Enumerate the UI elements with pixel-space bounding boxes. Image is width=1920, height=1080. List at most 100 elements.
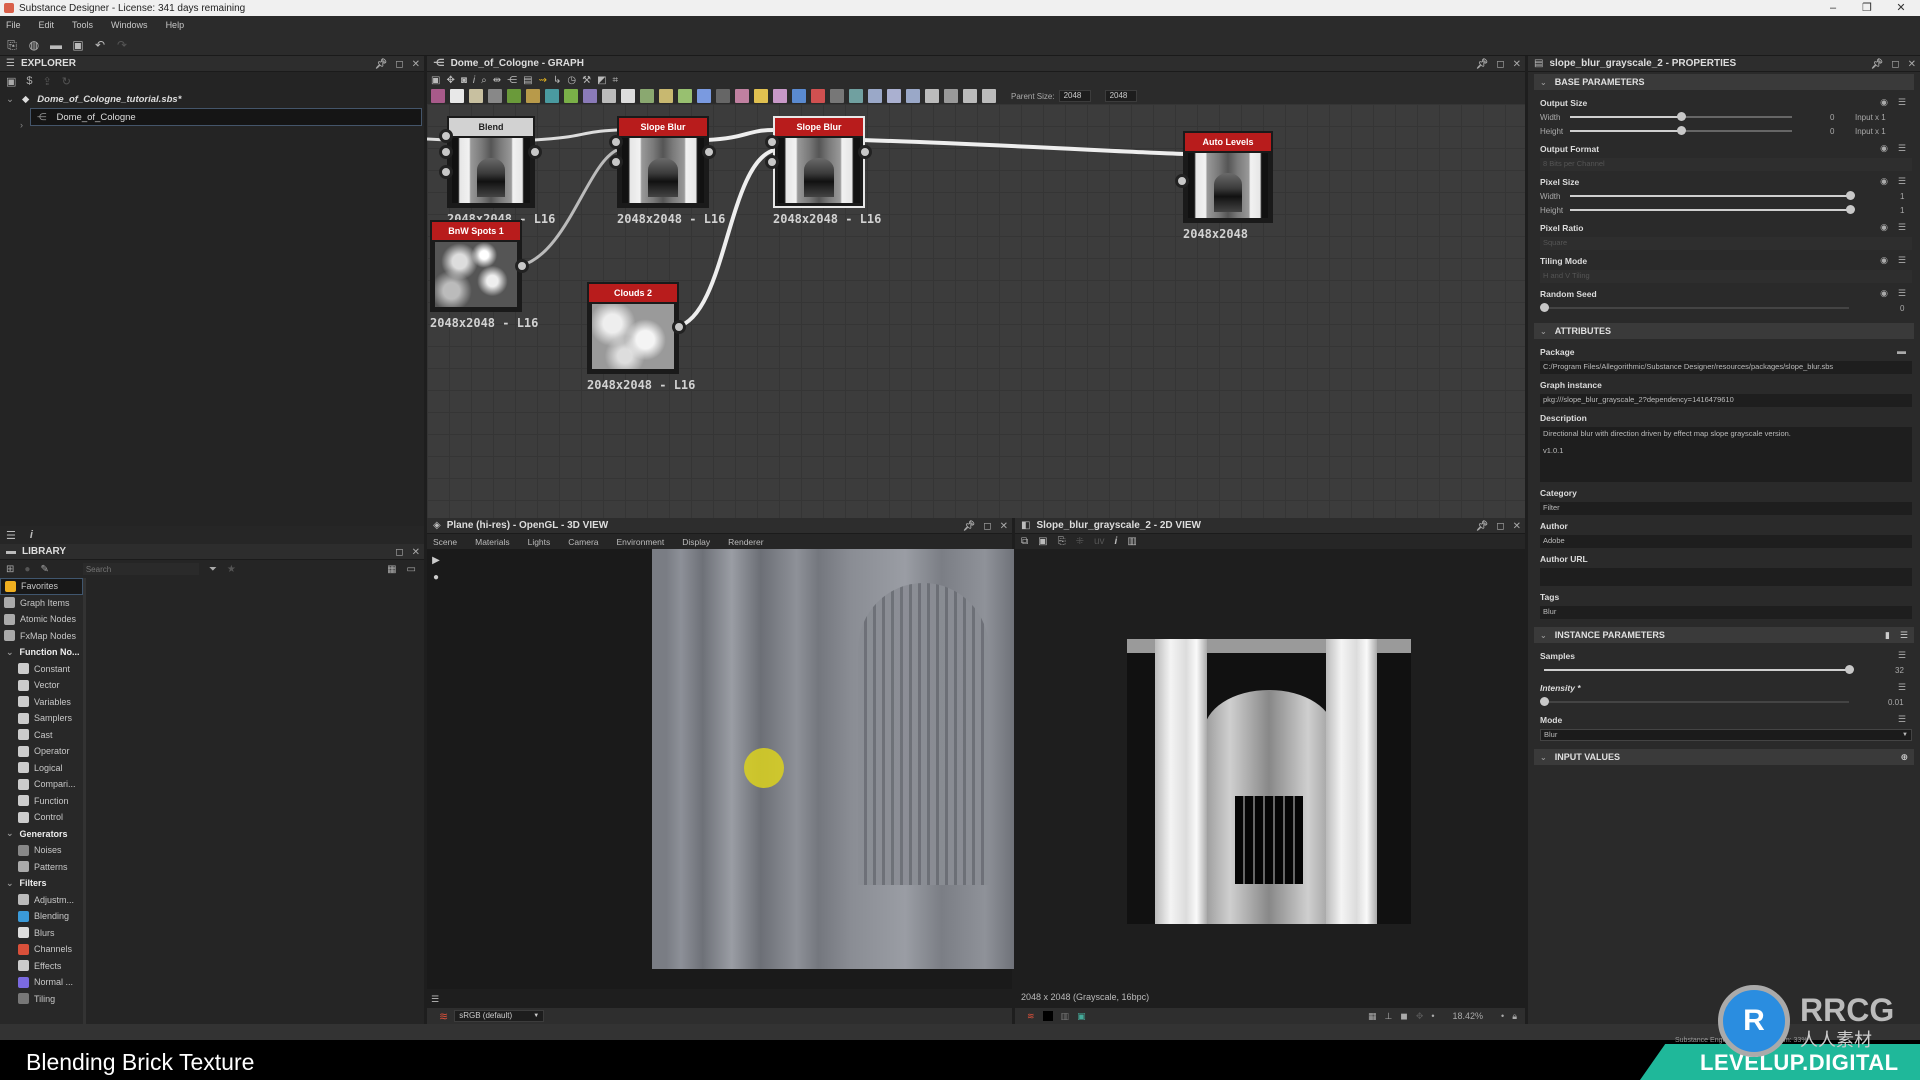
atomic-node-button[interactable] [507,89,521,103]
graph-node-clouds[interactable]: Clouds 2 [587,282,679,374]
uv-icon[interactable]: uv [1094,536,1105,547]
atomic-node-button[interactable] [830,89,844,103]
new-substance-icon[interactable]: $ [26,75,32,87]
options-icon[interactable]: ☰ [1898,97,1906,108]
library-item[interactable]: Effects [0,958,83,975]
author-url-field[interactable] [1540,568,1912,586]
atomic-node-button[interactable] [849,89,863,103]
library-item[interactable]: Normal ... [0,974,83,991]
inherit-icon[interactable]: ◉ [1880,97,1888,108]
colorspace-select[interactable]: sRGB (default) ▼ [454,1010,545,1022]
library-item[interactable]: Graph Items [0,595,83,612]
menu-help[interactable]: Help [166,20,185,30]
atomic-node-button[interactable] [773,89,787,103]
slider-knob[interactable] [1677,112,1686,121]
library-item[interactable]: Adjustm... [0,892,83,909]
output-port[interactable] [858,145,872,159]
output-icon[interactable]: ◩ [597,75,606,86]
grid-icon[interactable]: ▦ [1368,1011,1377,1022]
library-item[interactable]: Function [0,793,83,810]
link-icon[interactable]: ⇹ [493,75,501,86]
frame-all-icon[interactable]: ▣ [431,75,440,86]
input-port[interactable] [765,135,779,149]
library-item[interactable]: Compari... [0,776,83,793]
pin-icon[interactable]: 📌︎ [1476,521,1489,532]
input-values-section[interactable]: ⌄ INPUT VALUES ⊕ [1534,749,1914,765]
atomic-node-button[interactable] [450,89,464,103]
preset-icon[interactable]: ▮ [1885,630,1890,641]
chevron-down-icon[interactable]: ⌄ [6,94,14,105]
explorer-tab-icon[interactable]: ☰ [6,529,16,542]
open-folder-icon[interactable]: ▬ [1897,346,1906,356]
filter-icon[interactable]: ⏷ [209,564,217,575]
pin-icon[interactable]: 📌︎ [1871,59,1884,70]
close-panel-icon[interactable]: ✕ [1513,59,1521,70]
thumbnail-icon[interactable]: ▭ [407,564,416,575]
pin-node-icon[interactable]: ↳ [553,75,561,86]
library-item[interactable]: ⌄ Generators [0,826,83,843]
graph-row[interactable]: ⋲ Dome_of_Cologne [30,108,422,126]
publish-icon[interactable]: ⇪ [43,75,52,88]
pivot-icon[interactable]: ⊥ [1384,1011,1392,1022]
random-seed-slider[interactable] [1540,303,1849,312]
atomic-node-button[interactable] [678,89,692,103]
output-port[interactable] [702,145,716,159]
input-port[interactable] [439,145,453,159]
inherit-icon[interactable]: ◉ [1880,143,1888,154]
texture-preview[interactable] [1127,639,1411,924]
star-filter-icon[interactable]: ★ [227,564,236,575]
input-port[interactable] [1175,174,1189,188]
pixel-width-slider[interactable] [1570,191,1855,200]
options-icon[interactable]: ☰ [1898,255,1906,266]
library-item[interactable]: Operator [0,743,83,760]
save-package-icon[interactable]: ▣ [6,75,16,88]
menu-renderer[interactable]: Renderer [728,537,763,547]
library-item[interactable]: Blurs [0,925,83,942]
atomic-node-button[interactable] [545,89,559,103]
library-item[interactable]: Constant [0,661,83,678]
copy-icon[interactable]: ⎘ [1058,536,1066,547]
menu-lights[interactable]: Lights [528,537,551,547]
new-folder-icon[interactable]: ⊞ [6,564,14,575]
video-camera-icon[interactable]: ▶︎ [432,555,440,566]
menu-environment[interactable]: Environment [617,537,665,547]
camera-icon[interactable]: ◙ [461,75,467,86]
output-width-slider[interactable] [1570,112,1792,121]
open-folder-icon[interactable]: ▬ [48,37,64,53]
atomic-node-button[interactable] [944,89,958,103]
atomic-node-button[interactable] [431,89,445,103]
attributes-section[interactable]: ⌄ ATTRIBUTES [1534,323,1914,339]
atomic-node-button[interactable] [602,89,616,103]
checker-icon[interactable]: ▥ [1061,1011,1070,1022]
chevron-right-icon[interactable]: › [20,120,23,130]
atomic-node-button[interactable] [564,89,578,103]
connect-icon[interactable]: ⇝ [539,75,547,86]
float-icon[interactable]: ◻ [395,59,403,70]
frame-icon[interactable]: ▤ [523,75,532,86]
intensity-slider[interactable] [1540,697,1849,706]
timer-icon[interactable]: ◷ [567,75,576,86]
atomic-node-button[interactable] [640,89,654,103]
tags-field[interactable]: Blur [1540,606,1912,619]
atomic-node-button[interactable] [697,89,711,103]
float-icon[interactable]: ◻ [1891,59,1899,70]
library-item[interactable]: Tiling [0,991,83,1008]
slider-knob[interactable] [1846,191,1855,200]
export-icon[interactable]: ⧉ [1021,536,1028,547]
atomic-node-button[interactable] [792,89,806,103]
input-port[interactable] [609,135,623,149]
atomic-node-button[interactable] [982,89,996,103]
float-icon[interactable]: ◻ [1496,59,1504,70]
colorspace-icon[interactable]: ≋ [439,1010,448,1023]
author-field[interactable]: Adobe [1540,535,1912,548]
float-icon[interactable]: ◻ [395,547,403,558]
close-panel-icon[interactable]: ✕ [1000,521,1008,532]
atomic-node-button[interactable] [716,89,730,103]
inherit-icon[interactable]: ◉ [1880,288,1888,299]
options-icon[interactable]: ☰ [1898,176,1906,187]
pin-icon[interactable]: 📌︎ [963,521,976,532]
atomic-node-button[interactable] [583,89,597,103]
fit-icon[interactable]: ◼ [1400,1011,1407,1022]
atomic-node-button[interactable] [526,89,540,103]
display-icon[interactable]: ▣ [1077,1011,1086,1022]
